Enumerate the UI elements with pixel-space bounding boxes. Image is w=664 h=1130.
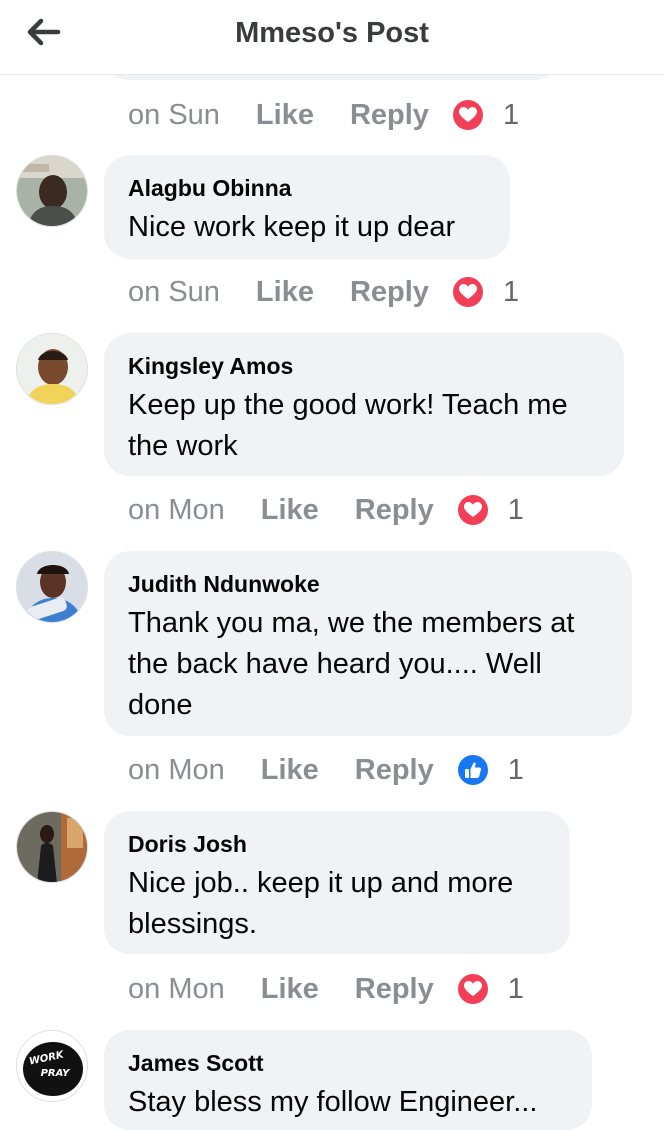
comment-actions: on Sun Like Reply 1 bbox=[128, 95, 519, 135]
comment-actions: on Mon Like Reply 1 bbox=[128, 750, 524, 790]
like-button[interactable]: Like bbox=[261, 973, 319, 1006]
reply-button[interactable]: Reply bbox=[350, 99, 429, 132]
comment-bubble[interactable]: Alagbu Obinna Nice work keep it up dear bbox=[104, 155, 510, 259]
love-icon[interactable] bbox=[457, 974, 488, 1004]
page-title: Mmeso's Post bbox=[235, 17, 429, 49]
like-button[interactable]: Like bbox=[256, 99, 314, 132]
comment-time[interactable]: on Mon bbox=[128, 494, 225, 527]
comment-actions: on Mon Like Reply 1 bbox=[128, 969, 524, 1009]
avatar[interactable] bbox=[16, 333, 88, 405]
comment-author[interactable]: Judith Ndunwoke bbox=[128, 569, 608, 599]
comment-author[interactable]: Alagbu Obinna bbox=[128, 173, 486, 203]
reply-button[interactable]: Reply bbox=[355, 973, 434, 1006]
comment-actions: on Mon Like Reply 1 bbox=[128, 490, 524, 530]
avatar-logo-text: PRAY bbox=[41, 1068, 72, 1079]
comment-time[interactable]: on Sun bbox=[128, 99, 220, 132]
reaction-count[interactable]: 1 bbox=[508, 973, 524, 1006]
comment-text: Nice work keep it up dear bbox=[128, 211, 456, 243]
like-button[interactable]: Like bbox=[261, 494, 319, 527]
like-button[interactable]: Like bbox=[261, 754, 319, 787]
reaction-count[interactable]: 1 bbox=[508, 754, 524, 787]
reply-button[interactable]: Reply bbox=[355, 494, 434, 527]
love-icon[interactable] bbox=[452, 100, 483, 130]
comment-author[interactable]: James Scott bbox=[128, 1048, 568, 1078]
like-button[interactable]: Like bbox=[256, 276, 314, 309]
comment-bubble[interactable]: Judith Ndunwoke Thank you ma, we the mem… bbox=[104, 551, 632, 736]
comment-text: Stay bless my follow Engineer... bbox=[128, 1086, 538, 1118]
comment-time[interactable]: on Mon bbox=[128, 973, 225, 1006]
reply-button[interactable]: Reply bbox=[355, 754, 434, 787]
comment-text: Nice job.. keep it up and more blessings… bbox=[128, 867, 514, 940]
comment-text: Keep up the good work! Teach me the work bbox=[128, 389, 568, 462]
comment-bubble[interactable]: Kingsley Amos Keep up the good work! Tea… bbox=[104, 333, 624, 476]
comment-bubble[interactable]: James Scott Stay bless my follow Enginee… bbox=[104, 1030, 592, 1130]
reaction-count[interactable]: 1 bbox=[503, 276, 519, 309]
reaction-count[interactable]: 1 bbox=[508, 494, 524, 527]
like-icon[interactable] bbox=[457, 755, 488, 785]
top-bar: Mmeso's Post bbox=[0, 0, 664, 75]
love-icon[interactable] bbox=[452, 277, 483, 307]
comment-author[interactable]: Doris Josh bbox=[128, 829, 546, 859]
reaction-count[interactable]: 1 bbox=[503, 99, 519, 132]
comment-time[interactable]: on Sun bbox=[128, 276, 220, 309]
comment-bubble[interactable]: Doris Josh Nice job.. keep it up and mor… bbox=[104, 811, 570, 954]
comment-author[interactable]: Kingsley Amos bbox=[128, 351, 600, 381]
love-icon[interactable] bbox=[457, 495, 488, 525]
comment-time[interactable]: on Mon bbox=[128, 754, 225, 787]
avatar[interactable] bbox=[16, 155, 88, 227]
avatar[interactable] bbox=[16, 551, 88, 623]
reply-button[interactable]: Reply bbox=[350, 276, 429, 309]
comment-actions: on Sun Like Reply 1 bbox=[128, 272, 519, 312]
avatar[interactable]: WORK PRAY bbox=[16, 1030, 88, 1102]
avatar[interactable] bbox=[16, 811, 88, 883]
comment-text: Thank you ma, we the members at the back… bbox=[128, 607, 575, 721]
